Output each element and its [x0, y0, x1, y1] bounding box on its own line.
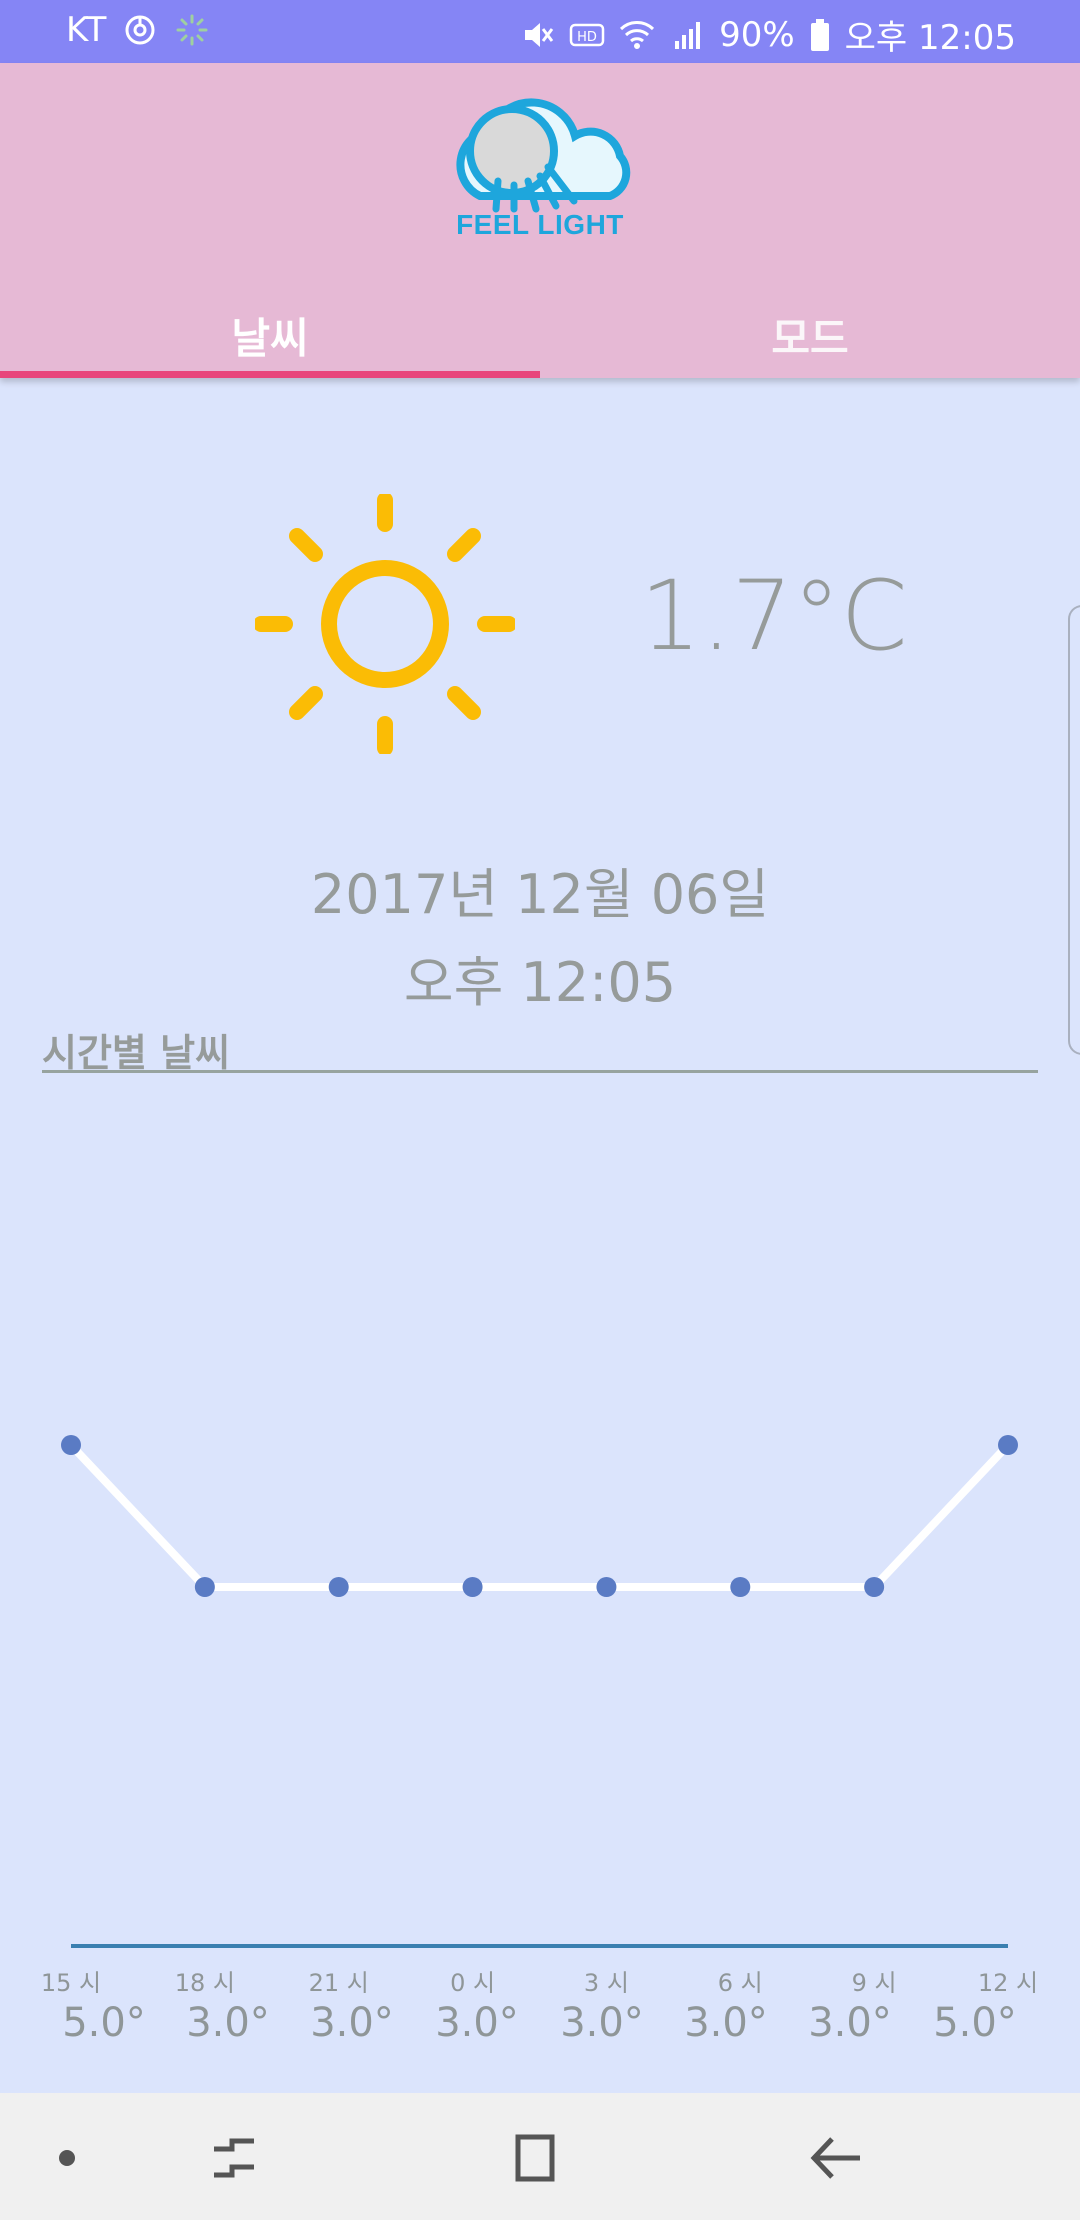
data-point: [328, 1577, 349, 1597]
svg-text:HD: HD: [577, 30, 597, 45]
tab-mode[interactable]: 모드: [540, 285, 1080, 378]
hourly-weather-title: 시간별 날씨: [42, 1031, 231, 1075]
navigation-bar: [0, 2093, 1080, 2220]
mute-icon: [519, 17, 555, 53]
series-line: [68, 1442, 1011, 1591]
tab-indicator: [0, 371, 540, 378]
edge-panel-handle[interactable]: [1068, 605, 1080, 1055]
back-icon[interactable]: [792, 2113, 882, 2203]
carrier-label: KT: [66, 10, 107, 50]
hour-tick-label: 3 시: [583, 1969, 629, 1997]
hd-icon: HD: [569, 17, 605, 53]
app-header: FEEL LIGHT 날씨 모드: [0, 63, 1080, 378]
hour-tick-label: 0 시: [450, 1969, 496, 1997]
temperature-data-label: 3.0°: [560, 2000, 644, 2046]
temperature-data-label: 3.0°: [435, 2000, 519, 2046]
data-point: [462, 1577, 483, 1597]
wifi-icon: [619, 17, 655, 53]
battery-percent: 90%: [719, 14, 795, 55]
tab-weather[interactable]: 날씨: [0, 285, 540, 378]
signal-icon: [669, 17, 705, 53]
temperature-data-label: 5.0°: [933, 2000, 1017, 2046]
logo-text: FEEL LIGHT: [456, 209, 624, 240]
section-divider: [42, 1070, 1038, 1073]
temperature-data-label: 3.0°: [186, 2000, 270, 2046]
temperature-data-label: 5.0°: [62, 2000, 146, 2046]
temperature-data-label: 3.0°: [684, 2000, 768, 2046]
data-point: [864, 1577, 885, 1597]
hour-tick-label: 9 시: [851, 1969, 897, 1997]
hour-tick-label: 6 시: [717, 1969, 763, 1997]
hourly-temperature-chart: [61, 1435, 1018, 1948]
data-point: [596, 1577, 617, 1597]
data-point: [998, 1435, 1018, 1455]
temperature-data-label: 3.0°: [310, 2000, 394, 2046]
hour-tick-label: 18 시: [174, 1969, 235, 1997]
recents-icon[interactable]: [188, 2113, 278, 2203]
current-date: 2017년 12월 06일: [310, 863, 770, 926]
battery-icon: [809, 17, 831, 53]
sync-icon: [122, 12, 158, 48]
home-icon[interactable]: [490, 2113, 580, 2203]
recent-dot-icon[interactable]: [22, 2113, 112, 2203]
hour-tick-label: 15 시: [40, 1969, 102, 1997]
data-point: [194, 1577, 215, 1597]
hour-tick-label: 12 시: [977, 1969, 1039, 1997]
data-point: [730, 1577, 751, 1597]
status-bar: KT HD 90% 오후 12:05: [0, 0, 1080, 63]
data-point: [61, 1435, 81, 1455]
sun-icon: [255, 494, 515, 754]
current-time: 오후 12:05: [403, 951, 677, 1014]
current-temperature: 1.7°C: [640, 560, 908, 672]
temperature-data-label: 3.0°: [808, 2000, 892, 2046]
hour-tick-label: 21 시: [308, 1969, 369, 1997]
loading-icon: [174, 12, 210, 48]
status-time: 오후 12:05: [844, 18, 1016, 58]
